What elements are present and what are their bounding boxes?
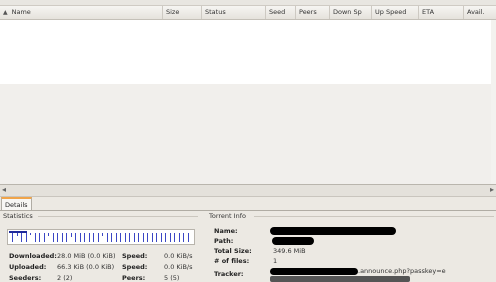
- graph-bar: [165, 233, 166, 242]
- file-count-value: 1: [273, 257, 278, 265]
- torrent-path-redacted: [272, 237, 314, 245]
- peers-value: 5 (5): [164, 274, 180, 282]
- up-speed-label: Speed:: [122, 263, 148, 271]
- graph-bar: [93, 233, 94, 242]
- tracker-host-redacted: [270, 268, 358, 275]
- graph-bar: [34, 233, 36, 242]
- graph-bar: [133, 233, 135, 242]
- column-seed[interactable]: Seed: [266, 6, 296, 19]
- column-name-label: Name: [11, 8, 31, 16]
- file-count-label: # of files:: [214, 257, 250, 265]
- statistics-divider: [38, 216, 198, 217]
- down-speed-value: 0.0 KiB/s: [164, 252, 193, 260]
- column-seed-label: Seed: [269, 8, 286, 16]
- tracker-label: Tracker:: [214, 270, 244, 278]
- graph-bar: [178, 233, 180, 242]
- down-speed-label: Speed:: [122, 252, 148, 260]
- speed-graph: [7, 229, 195, 245]
- graph-bar: [174, 233, 175, 242]
- graph-bar: [48, 233, 49, 236]
- graph-bar: [30, 233, 31, 235]
- column-size-label: Size: [166, 8, 180, 16]
- graph-bar: [102, 233, 103, 236]
- graph-bar: [115, 233, 117, 242]
- total-size-value: 349.6 MiB: [273, 247, 306, 255]
- seeders-label: Seeders:: [9, 274, 42, 282]
- graph-bar: [156, 233, 157, 242]
- graph-bar: [138, 233, 139, 242]
- graph-bar: [183, 233, 184, 242]
- pane-divider[interactable]: ◂ ▸: [0, 184, 496, 197]
- torrent-info-title: Torrent Info: [209, 212, 246, 220]
- column-up-speed-label: Up Speed: [375, 8, 407, 16]
- graph-bar: [21, 233, 22, 242]
- column-eta[interactable]: ETA: [419, 6, 464, 19]
- downloaded-label: Downloaded:: [9, 252, 57, 260]
- graph-bar: [124, 233, 126, 242]
- tab-details[interactable]: Details: [1, 197, 32, 211]
- up-speed-value: 0.0 KiB/s: [164, 263, 193, 271]
- graph-bar: [187, 233, 189, 242]
- column-up-speed[interactable]: Up Speed: [372, 6, 419, 19]
- list-scrollbar[interactable]: [491, 20, 496, 184]
- graph-bar: [61, 233, 63, 242]
- graph-bar: [57, 233, 58, 242]
- menu-item[interactable]: —: [4, 0, 10, 3]
- graph-bar: [111, 233, 112, 242]
- graph-bar: [16, 233, 18, 236]
- graph-bar: [75, 233, 76, 242]
- downloaded-value: 28.0 MiB (0.0 KiB): [57, 252, 116, 260]
- total-size-label: Total Size:: [214, 247, 252, 255]
- scroll-left-icon[interactable]: ◂: [2, 185, 6, 194]
- graph-bar: [142, 233, 144, 242]
- scroll-right-icon[interactable]: ▸: [490, 185, 494, 194]
- graph-bar: [147, 233, 148, 242]
- column-peers-label: Peers: [299, 8, 317, 16]
- graph-bar: [160, 233, 162, 242]
- column-down-speed-label: Down Sp: [333, 8, 362, 16]
- uploaded-label: Uploaded:: [9, 263, 47, 271]
- column-avail[interactable]: Avail.: [464, 6, 496, 19]
- graph-bar: [70, 233, 72, 237]
- column-eta-label: ETA: [422, 8, 435, 16]
- graph-download-bars: [8, 233, 194, 243]
- torrent-list-empty-area: [0, 84, 496, 184]
- graph-bar: [12, 233, 13, 242]
- torrent-path-label: Path:: [214, 237, 234, 245]
- graph-bar: [43, 233, 45, 242]
- column-peers[interactable]: Peers: [296, 6, 330, 19]
- graph-bar: [88, 233, 90, 242]
- graph-bar: [25, 233, 27, 242]
- graph-bar: [129, 233, 130, 242]
- graph-bar: [169, 233, 171, 242]
- graph-bar: [84, 233, 85, 242]
- torrent-info-divider: [254, 216, 494, 217]
- torrent-list-header: ▲ Name Size Status Seed Peers Down Sp Up …: [0, 6, 496, 20]
- column-avail-label: Avail.: [467, 8, 485, 16]
- graph-bar: [52, 233, 54, 242]
- graph-bar: [79, 233, 81, 242]
- column-size[interactable]: Size: [163, 6, 202, 19]
- column-status-label: Status: [205, 8, 226, 16]
- column-name[interactable]: ▲ Name: [0, 6, 163, 19]
- graph-bar: [66, 233, 67, 242]
- tab-details-label: Details: [5, 201, 28, 209]
- uploaded-value: 66.3 KiB (0.0 KiB): [57, 263, 115, 271]
- torrent-name-label: Name:: [214, 227, 238, 235]
- graph-bar: [106, 233, 108, 242]
- sort-asc-icon: ▲: [3, 9, 8, 16]
- seeders-value: 2 (2): [57, 274, 73, 282]
- column-status[interactable]: Status: [202, 6, 266, 19]
- tracker-passkey-redacted: [270, 276, 410, 282]
- tracker-value: .announce.php?passkey=e: [358, 267, 446, 275]
- torrent-name-redacted: [270, 227, 396, 235]
- peers-label: Peers:: [122, 274, 146, 282]
- statistics-title: Statistics: [3, 212, 33, 220]
- graph-bar: [97, 233, 99, 242]
- graph-bar: [120, 233, 121, 242]
- graph-bar: [151, 233, 153, 242]
- graph-bar: [39, 233, 40, 242]
- column-down-speed[interactable]: Down Sp: [330, 6, 372, 19]
